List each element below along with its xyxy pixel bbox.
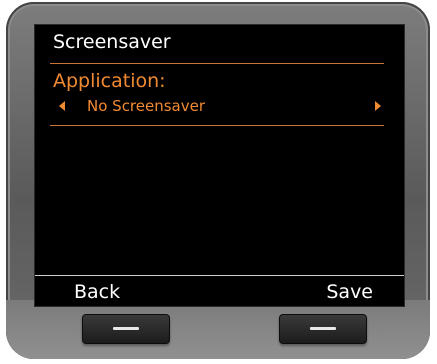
application-selector-value[interactable]: No Screensaver [87,95,205,117]
triangle-right-icon[interactable] [375,101,381,111]
triangle-left-icon[interactable] [59,101,65,111]
minus-icon [113,327,139,330]
title-divider [50,63,384,64]
left-hardware-key[interactable] [82,314,170,344]
page-title: Screensaver [53,31,171,53]
field-divider [50,125,384,126]
back-softkey-label[interactable]: Back [74,279,120,305]
display-screen: Screensaver Application: No Screensaver … [34,24,405,307]
save-softkey-label[interactable]: Save [326,279,373,305]
minus-icon [310,327,336,330]
application-label: Application: [53,70,166,92]
right-hardware-key[interactable] [279,314,367,344]
softkey-bar: Back Save [35,275,404,307]
